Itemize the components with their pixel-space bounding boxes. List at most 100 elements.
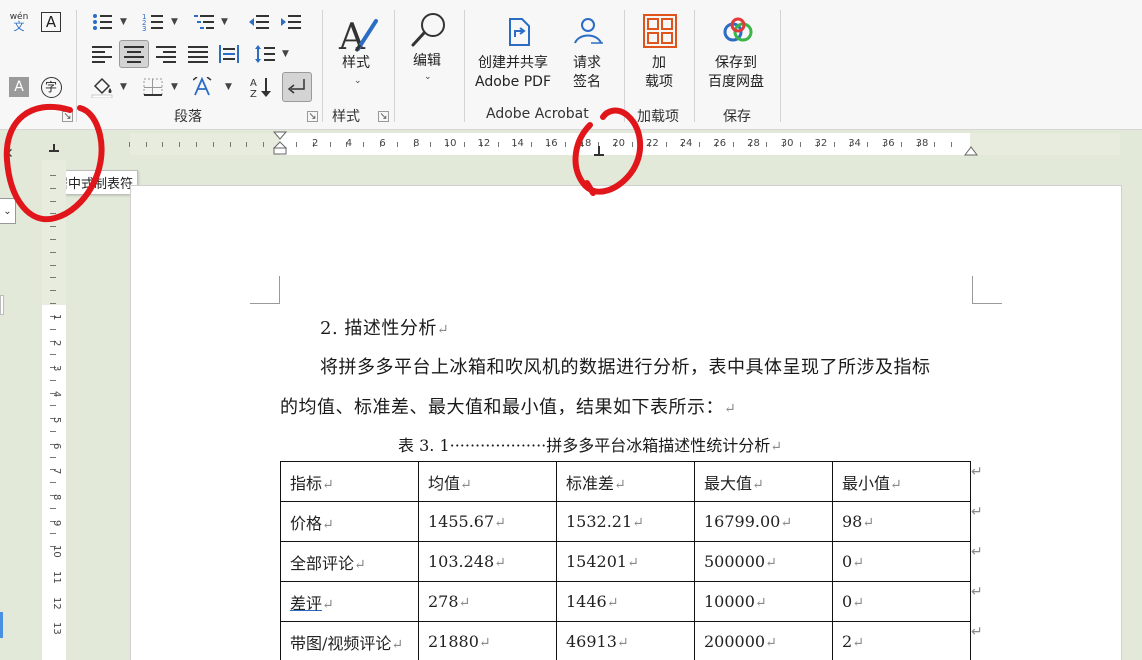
justify-button[interactable] — [185, 42, 211, 66]
table-cell[interactable]: 154201↵ — [556, 541, 695, 582]
ruler-number: 6 — [379, 138, 386, 149]
table-cell[interactable]: 103.248↵ — [418, 541, 557, 582]
chevron-down-icon[interactable]: ▼ — [171, 82, 178, 92]
ruler-number: 8 — [413, 138, 420, 149]
section-heading[interactable]: 2. 描述性分析↵ — [320, 314, 449, 340]
table-header-cell[interactable]: 标准差↵ — [556, 461, 695, 502]
align-right-icon — [156, 46, 176, 63]
create-pdf-button[interactable] — [503, 16, 535, 48]
table-cell[interactable]: 21880↵ — [418, 621, 557, 660]
decrease-indent-icon — [249, 15, 269, 29]
shading-button[interactable] — [89, 75, 115, 99]
chevron-down-icon[interactable]: ⌄ — [354, 76, 362, 86]
chevron-down-icon[interactable]: ▼ — [120, 17, 127, 27]
chevron-down-icon[interactable]: ▼ — [225, 82, 232, 92]
distributed-button[interactable] — [216, 42, 242, 66]
increase-indent-button[interactable] — [278, 10, 304, 34]
table-cell[interactable]: 10000↵ — [694, 581, 833, 622]
ruler-tick — [50, 405, 56, 407]
chinese-layout-button[interactable] — [193, 75, 219, 99]
ruler-tick — [833, 142, 835, 147]
chevron-down-icon[interactable]: ▼ — [171, 17, 178, 27]
cell-text: 1532.21 — [566, 512, 633, 531]
ruler-number: 14 — [511, 138, 524, 149]
ruler-tick — [50, 456, 56, 458]
body-paragraph-line1[interactable]: 将拼多多平台上冰箱和吹风机的数据进行分析，表中具体呈现了所涉及指标 — [320, 353, 931, 379]
character-border-button[interactable]: A — [38, 10, 64, 34]
styles-dialog-launcher[interactable]: ↘ — [378, 111, 389, 122]
line-spacing-button[interactable] — [252, 42, 278, 66]
ruler-number: 16 — [544, 138, 558, 149]
sort-button[interactable]: AZ — [249, 75, 275, 99]
table-cell[interactable]: 1455.67↵ — [418, 501, 557, 542]
chevron-down-icon[interactable]: ▼ — [221, 17, 228, 27]
ruler-number: 10 — [51, 545, 62, 559]
chevron-down-icon[interactable]: ▼ — [120, 82, 127, 92]
cell-end-mark: ↵ — [862, 515, 875, 531]
borders-button[interactable] — [140, 75, 166, 99]
table-cell[interactable]: 500000↵ — [694, 541, 833, 582]
right-indent-marker-icon[interactable] — [964, 141, 978, 157]
styles-button[interactable]: A — [334, 14, 382, 56]
enclose-characters-button[interactable]: 字 — [38, 75, 64, 99]
align-left-button[interactable] — [89, 42, 115, 66]
ruler-tick — [951, 142, 953, 147]
table-caption[interactable]: 表 3. 1···················拼多多平台冰箱描述性统计分析↵ — [398, 432, 782, 456]
cell-text: 标准差 — [566, 473, 615, 493]
body-paragraph-line2[interactable]: 的均值、标准差、最大值和最小值，结果如下表所示：↵ — [280, 393, 736, 419]
table-cell[interactable]: 2↵ — [832, 621, 971, 660]
show-paragraph-marks-button[interactable] — [282, 72, 312, 102]
cell-end-mark: ↵ — [852, 595, 864, 611]
indent-marker-icon[interactable] — [273, 131, 287, 161]
edit-label: 编辑 — [413, 53, 441, 69]
character-shading-button[interactable]: A — [6, 75, 32, 99]
ruler-tick — [50, 251, 56, 253]
share-pdf-icon — [509, 18, 530, 46]
table-header-cell[interactable]: 最小值↵ — [832, 461, 971, 502]
table-cell[interactable]: 0↵ — [832, 581, 971, 622]
numbering-button[interactable]: 123 — [140, 10, 166, 34]
ruler-number: 6 — [51, 442, 62, 449]
bullets-button[interactable] — [89, 10, 115, 34]
ruler-number: 10 — [443, 138, 457, 149]
ruler-tick — [50, 533, 56, 535]
table-cell[interactable]: 98↵ — [832, 501, 971, 542]
cell-end-mark: ↵ — [627, 555, 639, 571]
table-cell[interactable]: 200000↵ — [694, 621, 833, 660]
chinese-layout-icon — [193, 77, 212, 96]
table-cell[interactable]: 1532.21↵ — [556, 501, 695, 542]
ruler-tick — [179, 142, 181, 147]
stats-table[interactable]: 指标↵ 均值↵ 标准差↵ 最大值↵ 最小值↵ 价格↵ 1455.67↵ 1532.21↵ 167… — [280, 461, 971, 660]
table-cell[interactable]: 带图/视频评论↵ — [280, 621, 419, 660]
ruler-tick — [699, 142, 701, 147]
group-separator — [464, 10, 465, 122]
chevron-down-icon[interactable]: ▼ — [282, 49, 289, 59]
multilevel-list-button[interactable] — [191, 10, 217, 34]
ruler-number: 28 — [747, 138, 760, 149]
table-cell[interactable]: 46913↵ — [556, 621, 695, 660]
table-header-cell[interactable]: 均值↵ — [418, 461, 557, 502]
addins-button[interactable] — [641, 12, 679, 50]
paragraph-dialog-launcher[interactable]: ↘ — [307, 111, 318, 122]
cell-end-mark: ↵ — [391, 636, 404, 653]
chevron-down-icon[interactable]: ⌄ — [424, 72, 432, 82]
baidu-netdisk-button[interactable] — [720, 14, 756, 48]
edit-button[interactable] — [408, 10, 450, 52]
svg-text:A: A — [338, 17, 366, 55]
request-sign-button[interactable] — [570, 16, 606, 48]
phonetic-guide-button[interactable]: wén 文 — [6, 10, 32, 34]
decrease-indent-button[interactable] — [246, 10, 272, 34]
align-right-button[interactable] — [153, 42, 179, 66]
caption-text: 表 3. 1···················拼多多平台冰箱描述性统计分析 — [398, 436, 771, 455]
table-header-cell[interactable]: 最大值↵ — [694, 461, 833, 502]
ruler-tick — [363, 142, 365, 147]
table-cell[interactable]: 差评↵ — [280, 581, 419, 622]
table-cell[interactable]: 0↵ — [832, 541, 971, 582]
table-cell[interactable]: 16799.00↵ — [694, 501, 833, 542]
table-cell[interactable]: 1446↵ — [556, 581, 695, 622]
align-center-button[interactable] — [119, 40, 149, 68]
table-cell[interactable]: 278↵ — [418, 581, 557, 622]
table-cell[interactable]: 价格↵ — [280, 501, 419, 542]
table-header-cell[interactable]: 指标↵ — [280, 461, 419, 502]
table-cell[interactable]: 全部评论↵ — [280, 541, 419, 582]
